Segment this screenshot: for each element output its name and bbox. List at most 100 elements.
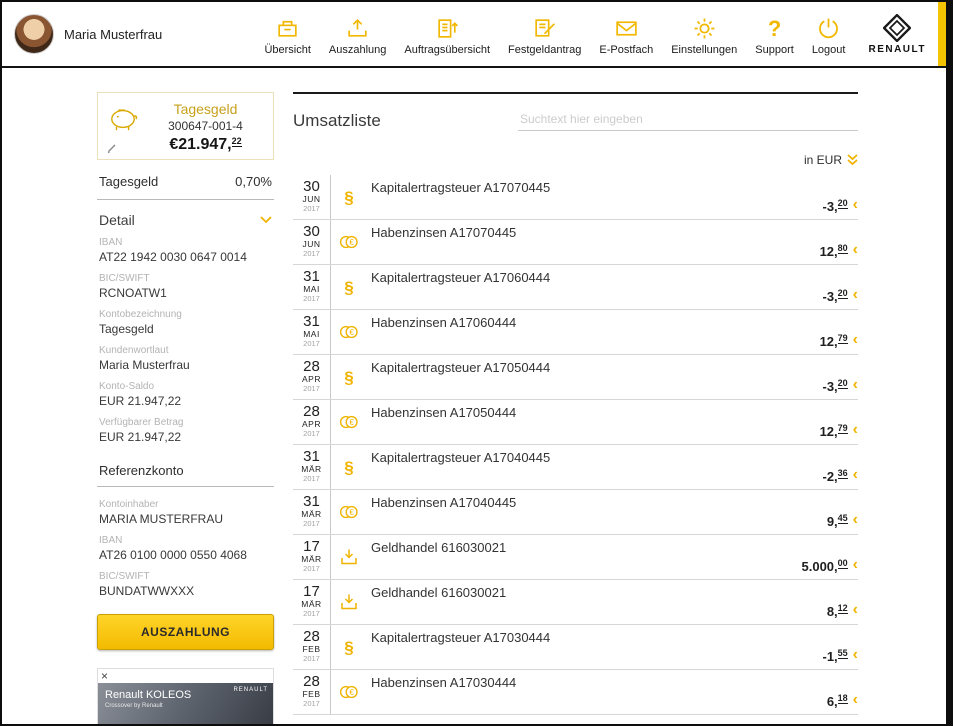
transaction-description: Kapitalertragsteuer A17040445: [371, 450, 858, 465]
transaction-type-icon: § €: [331, 580, 367, 624]
chevron-left-icon[interactable]: ‹: [853, 287, 858, 303]
transaction-amount: 5.000,00: [802, 558, 848, 574]
coins-icon: €: [339, 504, 359, 520]
ad-brand: RENAULT: [233, 687, 268, 693]
chevron-left-icon[interactable]: ‹: [853, 467, 858, 483]
chevron-left-icon[interactable]: ‹: [853, 692, 858, 708]
coins-icon: €: [339, 234, 359, 250]
nav-epostfach[interactable]: E-Postfach: [590, 10, 662, 58]
reference-fields: Kontoinhaber MARIA MUSTERFRAU IBAN AT26 …: [97, 499, 274, 598]
date-day: 17: [303, 584, 320, 599]
chevron-left-icon[interactable]: ‹: [853, 422, 858, 438]
transaction-body: Kapitalertragsteuer A17060444 -3,20 ‹: [367, 265, 858, 309]
date-day: 31: [303, 314, 320, 329]
interest-rate-row: Tagesgeld 0,70%: [97, 160, 274, 200]
transaction-body: Habenzinsen A17070445 12,80 ‹: [367, 220, 858, 264]
table-row[interactable]: 17 MÄR 2017 § €: [293, 535, 858, 580]
chevron-left-icon[interactable]: ‹: [853, 197, 858, 213]
field-label: Kontoinhaber: [99, 499, 272, 510]
table-row[interactable]: 28 FEB 2017 § €: [293, 670, 858, 715]
sort-currency-control[interactable]: in EUR: [293, 153, 858, 175]
svg-text:€: €: [349, 688, 354, 697]
table-row[interactable]: 31 MÄR 2017 § €: [293, 445, 858, 490]
transaction-body: Geldhandel 616030021 8,12 ‹: [367, 580, 858, 624]
ad-banner[interactable]: × RENAULT Renault KOLEOS Crossover by Re…: [97, 668, 274, 726]
transaction-type-icon: § €: [331, 220, 367, 264]
table-row[interactable]: 31 MAI 2017 § €: [293, 310, 858, 355]
transaction-description: Kapitalertragsteuer A17070445: [371, 180, 858, 195]
transaction-amount-row: -2,36 ‹: [822, 468, 858, 484]
money-transfer-icon: [340, 593, 358, 611]
date-day: 28: [303, 404, 320, 419]
transaction-amount-row: -1,55 ‹: [822, 648, 858, 664]
date-year: 2017: [303, 339, 320, 348]
nav-auszahlung[interactable]: Auszahlung: [320, 10, 396, 58]
date-month: JUN: [302, 239, 320, 249]
transaction-amount: 8,12: [827, 603, 848, 619]
svg-text:€: €: [349, 508, 354, 517]
table-row[interactable]: 30 JUN 2017 § €: [293, 220, 858, 265]
account-sidebar: Tagesgeld 300647-001-4 €21.947,22 Tagesg…: [97, 92, 274, 724]
transaction-date: 31 MÄR 2017: [293, 490, 331, 534]
nav-festgeldantrag[interactable]: Festgeldantrag: [499, 10, 590, 58]
close-icon[interactable]: ×: [101, 670, 108, 682]
date-day: 28: [303, 629, 320, 644]
chevron-left-icon[interactable]: ‹: [853, 377, 858, 393]
table-row[interactable]: 17 MÄR 2017 § €: [293, 580, 858, 625]
transaction-description: Habenzinsen A17040445: [371, 495, 858, 510]
transaction-body: Habenzinsen A17030444 6,18 ‹: [367, 670, 858, 714]
field-value: BUNDATWWXXX: [99, 584, 272, 598]
transaction-type-icon: § €: [331, 355, 367, 399]
table-row[interactable]: 30 JUN 2017 § €: [293, 175, 858, 220]
nav-einstellungen[interactable]: Einstellungen: [662, 10, 746, 58]
table-row[interactable]: 31 MÄR 2017 § €: [293, 490, 858, 535]
table-row[interactable]: 28 APR 2017 § €: [293, 355, 858, 400]
field-value: EUR 21.947,22: [99, 394, 272, 408]
currency-label: in EUR: [804, 153, 842, 167]
chevron-left-icon[interactable]: ‹: [853, 242, 858, 258]
detail-toggle[interactable]: Detail: [97, 200, 274, 237]
brand-name: RENAULT: [868, 44, 926, 55]
rate-value: 0,70%: [235, 174, 272, 189]
date-month: MÄR: [301, 599, 321, 609]
table-row[interactable]: 28 FEB 2017 § €: [293, 625, 858, 670]
date-month: APR: [302, 419, 321, 429]
transaction-body: Kapitalertragsteuer A17050444 -3,20 ‹: [367, 355, 858, 399]
account-number: 300647-001-4: [146, 119, 265, 133]
reference-account-title: Referenzkonto: [97, 453, 274, 487]
nav-support[interactable]: ? Support: [746, 10, 803, 58]
transaction-amount-row: 9,45 ‹: [827, 513, 858, 529]
transaction-amount: 6,18: [827, 693, 848, 709]
detail-field: Kontobezeichnung Tagesgeld: [97, 309, 274, 336]
search-input[interactable]: [518, 108, 858, 131]
chevron-left-icon[interactable]: ‹: [853, 602, 858, 618]
edit-pencil-icon[interactable]: [106, 142, 118, 154]
nav-logout[interactable]: Logout: [803, 10, 855, 58]
date-month: FEB: [302, 644, 320, 654]
tax-paragraph-icon: §: [344, 279, 353, 296]
svg-text:€: €: [349, 418, 354, 427]
detail-field: Verfügbarer Betrag EUR 21.947,22: [97, 417, 274, 444]
chevron-left-icon[interactable]: ‹: [853, 332, 858, 348]
ad-image[interactable]: RENAULT Renault KOLEOS Crossover by Rena…: [98, 683, 273, 726]
chevron-left-icon[interactable]: ‹: [853, 512, 858, 528]
transaction-description: Kapitalertragsteuer A17030444: [371, 630, 858, 645]
chevron-left-icon[interactable]: ‹: [853, 647, 858, 663]
nav-label: Auftragsübersicht: [404, 44, 490, 56]
chevron-left-icon[interactable]: ‹: [853, 557, 858, 573]
account-type: Tagesgeld: [146, 101, 265, 117]
table-row[interactable]: 31 MAI 2017 § €: [293, 265, 858, 310]
nav-uebersicht[interactable]: Übersicht: [255, 10, 319, 58]
nav-auftragsuebersicht[interactable]: Auftragsübersicht: [395, 10, 499, 58]
account-card-info: Tagesgeld 300647-001-4 €21.947,22: [146, 101, 265, 154]
field-label: BIC/SWIFT: [99, 273, 272, 284]
account-card[interactable]: Tagesgeld 300647-001-4 €21.947,22: [97, 92, 274, 160]
date-month: MÄR: [301, 509, 321, 519]
transaction-type-icon: § €: [331, 445, 367, 489]
transaction-body: Habenzinsen A17060444 12,79 ‹: [367, 310, 858, 354]
table-row[interactable]: 28 APR 2017 § €: [293, 400, 858, 445]
transaction-amount-row: -3,20 ‹: [822, 378, 858, 394]
payout-button[interactable]: AUSZAHLUNG: [97, 614, 274, 650]
field-value: EUR 21.947,22: [99, 430, 272, 444]
date-year: 2017: [303, 519, 320, 528]
